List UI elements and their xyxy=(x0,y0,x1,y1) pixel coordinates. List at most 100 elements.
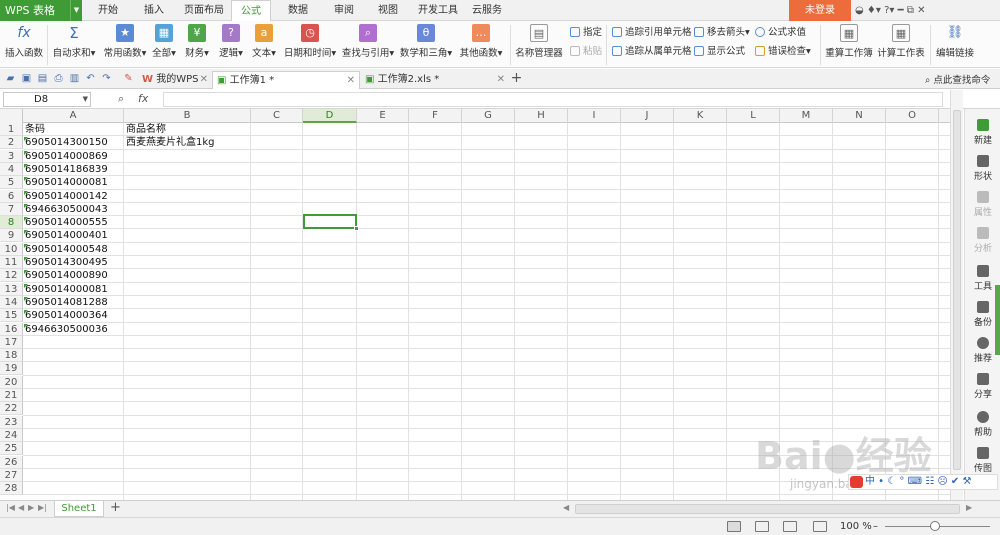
row-header[interactable]: 8 xyxy=(0,216,23,230)
cell-a1[interactable]: 条码 xyxy=(23,123,124,136)
row-header[interactable]: 21 xyxy=(0,389,23,402)
row-header[interactable]: 1 xyxy=(0,123,23,136)
row-header[interactable]: 19 xyxy=(0,362,23,376)
new-tab-icon[interactable]: + xyxy=(510,71,523,85)
cell-a11[interactable]: 6905014300495 xyxy=(23,256,124,269)
cell-a15[interactable]: 6905014000364 xyxy=(23,309,124,322)
sidebar-share[interactable]: 分享 xyxy=(965,373,1000,400)
sidebar-properties[interactable]: 属性 xyxy=(965,191,1000,218)
cell-a9[interactable]: 6905014000401 xyxy=(23,229,124,242)
row-header[interactable]: 22 xyxy=(0,402,23,416)
hscroll-right-icon[interactable]: ▶ xyxy=(966,503,972,512)
column-header[interactable]: A xyxy=(23,109,124,123)
specify-button[interactable]: 指定 xyxy=(570,26,602,40)
column-header[interactable]: N xyxy=(833,109,886,123)
column-header[interactable]: G xyxy=(462,109,515,123)
pin-icon[interactable]: ✎ xyxy=(122,72,135,85)
fill-handle[interactable] xyxy=(354,226,359,231)
zoom-out-icon[interactable]: – xyxy=(873,521,878,532)
error-check-button[interactable]: 错误检查▾ xyxy=(755,45,811,59)
menu-review[interactable]: 审阅 xyxy=(328,0,360,21)
autosum-button[interactable]: Σ 自动求和▾ xyxy=(50,24,98,59)
next-sheet-icon[interactable]: ▶ xyxy=(28,503,34,512)
row-header[interactable]: 12 xyxy=(0,269,23,283)
tab-workbook1[interactable]: ▣ 工作簿1 * ✕ xyxy=(212,71,360,89)
window-controls[interactable]: ◒ ♦▾ ?▾ ━ ⧉ ✕ xyxy=(855,0,925,21)
logic-button[interactable]: ? 逻辑▾ xyxy=(216,24,246,59)
horizontal-scrollbar[interactable] xyxy=(575,504,960,514)
calc-sheet-button[interactable]: ▦ 计算工作表 xyxy=(876,24,926,59)
other-functions-button[interactable]: … 其他函数▾ xyxy=(456,24,506,59)
row-header[interactable]: 5 xyxy=(0,176,23,190)
evaluate-formula-button[interactable]: 公式求值 xyxy=(755,26,806,40)
redo-icon[interactable]: ↷ xyxy=(100,72,113,85)
prev-sheet-icon[interactable]: ◀ xyxy=(18,503,24,512)
trace-dependents-button[interactable]: 追踪从属单元格 xyxy=(612,45,692,59)
sidebar-analysis[interactable]: 分析 xyxy=(965,227,1000,254)
column-header[interactable]: B xyxy=(124,109,251,123)
cell-a12[interactable]: 6905014000890 xyxy=(23,269,124,282)
row-header[interactable]: 10 xyxy=(0,242,23,256)
column-header[interactable]: L xyxy=(727,109,780,123)
column-header[interactable]: M xyxy=(780,109,833,123)
cell-a16[interactable]: 6946630500036 xyxy=(23,323,124,336)
cell-a13[interactable]: 6905014000081 xyxy=(23,283,124,296)
sidebar-collapse-handle[interactable] xyxy=(995,285,1000,355)
cell-a4[interactable]: 6905014186839 xyxy=(23,163,124,176)
column-header[interactable]: O xyxy=(886,109,939,123)
login-button[interactable]: 未登录 xyxy=(789,0,851,21)
app-logo-menu[interactable]: WPS 表格 ▼ xyxy=(0,0,82,21)
row-header[interactable]: 26 xyxy=(0,455,23,469)
sheet-tab-sheet1[interactable]: Sheet1 xyxy=(54,501,104,517)
close-icon[interactable]: ✕ xyxy=(347,72,355,89)
column-header[interactable]: H xyxy=(515,109,568,123)
menu-view[interactable]: 视图 xyxy=(372,0,404,21)
open-icon[interactable]: ▰ xyxy=(4,72,17,85)
page-break-view-icon[interactable] xyxy=(783,521,797,532)
page-view-icon[interactable] xyxy=(755,521,769,532)
add-sheet-button[interactable]: + xyxy=(110,500,121,515)
row-header[interactable]: 23 xyxy=(0,415,23,429)
menu-data[interactable]: 数据 xyxy=(282,0,314,21)
insert-function-button[interactable]: fx 插入函数 xyxy=(4,24,44,59)
sidebar-new[interactable]: 新建 xyxy=(965,119,1000,146)
hscroll-left-icon[interactable]: ◀ xyxy=(563,503,569,512)
cell-b1[interactable]: 商品名称 xyxy=(124,123,251,136)
row-header[interactable]: 13 xyxy=(0,282,23,296)
cell-a3[interactable]: 6905014000869 xyxy=(23,150,124,163)
datetime-button[interactable]: ◷ 日期和时间▾ xyxy=(282,24,338,59)
scroll-thumb[interactable] xyxy=(953,110,961,470)
close-icon[interactable]: ✕ xyxy=(497,71,505,88)
sidebar-help[interactable]: 帮助 xyxy=(965,411,1000,438)
row-header[interactable]: 17 xyxy=(0,335,23,349)
text-button[interactable]: a 文本▾ xyxy=(249,24,279,59)
vertical-scrollbar[interactable] xyxy=(950,90,963,500)
column-header[interactable]: J xyxy=(621,109,674,123)
cell-a14[interactable]: 6905014081288 xyxy=(23,296,124,309)
preview-icon[interactable]: ▥ xyxy=(68,72,81,85)
sidebar-upload-image[interactable]: 传图 xyxy=(965,447,1000,474)
tab-workbook2[interactable]: ▣ 工作簿2.xls * ✕ xyxy=(361,71,509,89)
row-header[interactable]: 7 xyxy=(0,202,23,216)
column-header[interactable]: F xyxy=(409,109,462,123)
finance-button[interactable]: ¥ 财务▾ xyxy=(182,24,212,59)
reading-view-icon[interactable] xyxy=(813,521,827,532)
zoom-level[interactable]: 100 % xyxy=(840,521,872,532)
remove-arrows-button[interactable]: 移去箭头▾ xyxy=(694,26,750,40)
edit-links-button[interactable]: ⛓ 编辑链接 xyxy=(934,24,976,59)
row-header[interactable]: 3 xyxy=(0,149,23,163)
column-header[interactable]: I xyxy=(568,109,621,123)
row-header[interactable]: 15 xyxy=(0,309,23,323)
column-header[interactable]: E xyxy=(357,109,409,123)
column-header[interactable]: C xyxy=(251,109,303,123)
row-header[interactable]: 18 xyxy=(0,349,23,363)
cell-a5[interactable]: 6905014000081 xyxy=(23,176,124,189)
export-icon[interactable]: ▤ xyxy=(36,72,49,85)
menu-developer[interactable]: 开发工具 xyxy=(414,0,462,21)
selected-cell-d8[interactable] xyxy=(303,214,359,231)
undo-icon[interactable]: ↶ xyxy=(84,72,97,85)
close-icon[interactable]: ✕ xyxy=(200,71,208,88)
search-command[interactable]: ⌕ 点此查找命令 xyxy=(925,72,990,86)
name-manager-button[interactable]: ▤ 名称管理器 xyxy=(514,24,564,59)
cell-b2[interactable]: 西麦燕麦片礼盒1kg xyxy=(124,136,251,149)
